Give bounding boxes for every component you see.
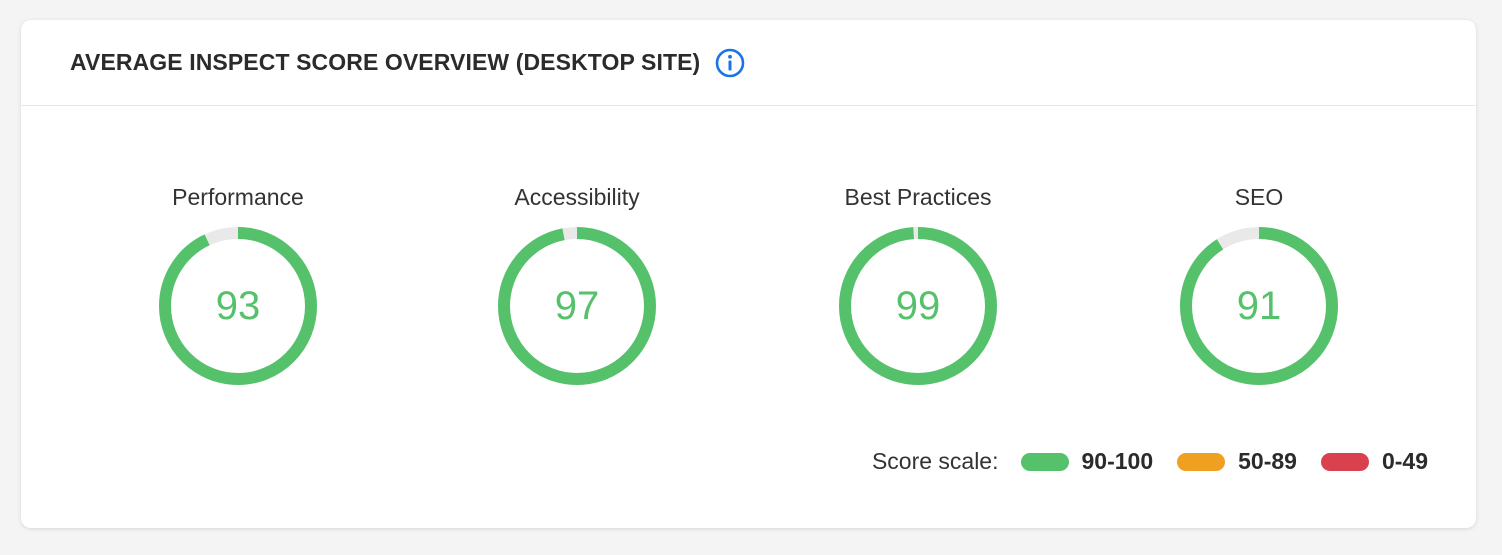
score-label: Accessibility xyxy=(514,184,640,210)
legend-swatch xyxy=(1177,452,1226,471)
score-gauge: 97 xyxy=(498,227,656,385)
legend-swatch xyxy=(1020,452,1069,471)
legend-range: 90-100 xyxy=(1081,448,1154,474)
legend-title: Score scale: xyxy=(871,448,999,474)
score-value: 99 xyxy=(895,284,941,328)
score-gauge: 99 xyxy=(839,227,997,385)
score-overview-card: AVERAGE INSPECT SCORE OVERVIEW (DESKTOP … xyxy=(21,20,1476,528)
score-scale-legend: Score scale: 90-100 50-89 0-49 xyxy=(872,448,1428,475)
score-gauges: Performance 93 Accessibility 97 Best Pra… xyxy=(21,106,1476,406)
score-label: Performance xyxy=(172,184,304,210)
score-label: SEO xyxy=(1234,184,1284,210)
score-gauge: 91 xyxy=(1180,227,1338,385)
score-value: 91 xyxy=(1236,284,1282,328)
score-gauge: 93 xyxy=(159,227,317,385)
info-icon[interactable] xyxy=(715,48,745,78)
legend-item-average: 50-89 xyxy=(1177,448,1297,475)
legend-item-good: 90-100 xyxy=(1020,448,1154,475)
legend-range: 0-49 xyxy=(1381,448,1428,474)
score-value: 93 xyxy=(215,284,261,328)
score-label: Best Practices xyxy=(844,184,992,210)
card-title: AVERAGE INSPECT SCORE OVERVIEW (DESKTOP … xyxy=(70,49,701,75)
legend-range: 50-89 xyxy=(1238,448,1297,474)
legend-item-poor: 0-49 xyxy=(1320,448,1428,475)
card-header: AVERAGE INSPECT SCORE OVERVIEW (DESKTOP … xyxy=(21,20,1476,106)
score-value: 97 xyxy=(554,284,600,328)
legend-swatch xyxy=(1320,452,1369,471)
